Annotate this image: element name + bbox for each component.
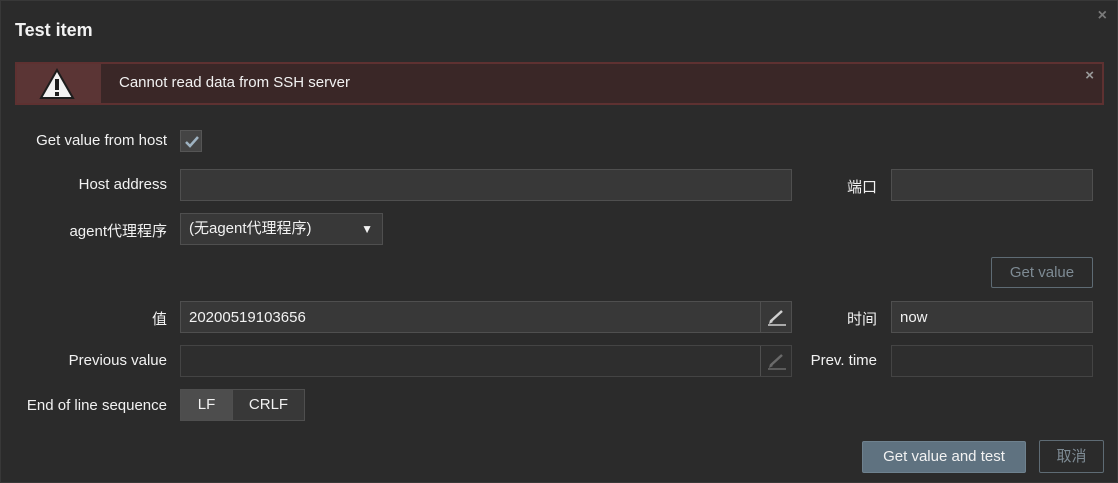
- time-label: 时间: [846, 311, 877, 328]
- prev-time-input[interactable]: [891, 345, 1093, 377]
- previous-value-input[interactable]: [180, 345, 792, 377]
- get-value-from-host-label: Get value from host: [36, 132, 167, 149]
- previous-value-edit-button[interactable]: [760, 346, 791, 376]
- value-edit-button[interactable]: [760, 302, 791, 332]
- get-value-button[interactable]: Get value: [991, 257, 1093, 288]
- get-value-from-host-checkbox[interactable]: [180, 130, 202, 152]
- dialog-close-icon[interactable]: ×: [1098, 7, 1107, 25]
- checkmark-icon: [185, 136, 199, 148]
- proxy-selected-value: (无agent代理程序): [189, 220, 312, 237]
- get-value-and-test-button[interactable]: Get value and test: [862, 441, 1026, 473]
- previous-value-label: Previous value: [68, 352, 167, 369]
- prev-time-label: Prev. time: [810, 352, 877, 369]
- proxy-select[interactable]: (无agent代理程序) ▼: [180, 213, 383, 245]
- pencil-icon: [768, 310, 786, 326]
- time-input[interactable]: [891, 301, 1093, 333]
- warning-icon: [39, 68, 75, 99]
- warning-icon-box: [17, 64, 101, 103]
- eol-option-lf[interactable]: LF: [181, 390, 232, 420]
- error-message-text: Cannot read data from SSH server: [119, 74, 350, 91]
- dropdown-arrow-icon: ▼: [361, 222, 373, 236]
- value-input[interactable]: [180, 301, 792, 333]
- eol-segmented-control: LF CRLF: [180, 389, 305, 421]
- host-address-label: Host address: [78, 176, 167, 193]
- eol-option-crlf[interactable]: CRLF: [232, 390, 304, 420]
- proxy-label: agent代理程序: [69, 223, 167, 240]
- message-close-icon[interactable]: ×: [1085, 67, 1094, 84]
- eol-label: End of line sequence: [26, 397, 167, 414]
- host-address-input[interactable]: [180, 169, 792, 201]
- error-message-box: Cannot read data from SSH server ×: [15, 62, 1104, 105]
- dialog-title: Test item: [15, 20, 93, 40]
- test-item-dialog: Test item × Cannot read data from SSH se…: [0, 0, 1118, 483]
- cancel-button[interactable]: 取消: [1039, 440, 1104, 473]
- port-input[interactable]: [891, 169, 1093, 201]
- pencil-icon: [768, 354, 786, 370]
- port-label: 端口: [846, 179, 877, 196]
- value-label: 值: [151, 311, 167, 328]
